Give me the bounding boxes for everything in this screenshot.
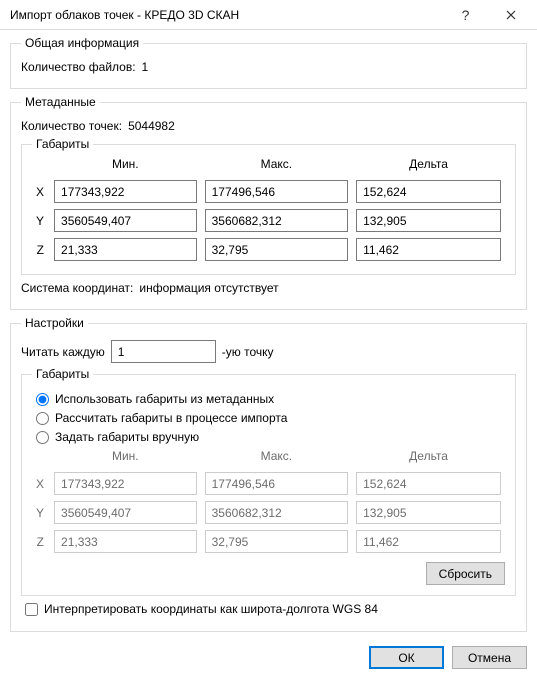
read-every-input[interactable]: [111, 340, 216, 363]
meta-bounds-table: Мин. Макс. Дельта X Y Z: [32, 157, 505, 264]
col-min: Мин.: [50, 157, 201, 177]
radio-meta[interactable]: Использовать габариты из метаданных: [36, 392, 505, 406]
help-button[interactable]: ?: [443, 0, 488, 29]
dialog-footer: ОК Отмена: [10, 638, 527, 669]
s-axis-x: X: [32, 469, 50, 498]
cancel-button[interactable]: Отмена: [452, 646, 527, 669]
ok-button[interactable]: ОК: [369, 646, 444, 669]
settings-bounds-group: Габариты Использовать габариты из метада…: [21, 367, 516, 596]
meta-x-min[interactable]: [54, 180, 197, 203]
meta-z-min[interactable]: [54, 238, 197, 261]
s-axis-y: Y: [32, 498, 50, 527]
general-legend: Общая информация: [21, 36, 143, 50]
s-z-max: [205, 530, 349, 553]
s-col-max: Макс.: [201, 449, 353, 469]
cs-value: информация отсутствует: [139, 281, 278, 295]
radio-calc[interactable]: Рассчитать габариты в процессе импорта: [36, 411, 505, 425]
meta-x-max[interactable]: [205, 180, 349, 203]
axis-x: X: [32, 177, 50, 206]
radio-calc-label: Рассчитать габариты в процессе импорта: [55, 411, 287, 425]
settings-bounds-table: Мин. Макс. Дельта X Y Z: [32, 449, 505, 556]
metadata-legend: Метаданные: [21, 95, 100, 109]
meta-z-max[interactable]: [205, 238, 349, 261]
s-z-min: [54, 530, 197, 553]
title-bar: Импорт облаков точек - КРЕДО 3D СКАН ?: [0, 0, 537, 30]
s-y-max: [205, 501, 349, 524]
axis-z: Z: [32, 235, 50, 264]
s-y-delta: [356, 501, 501, 524]
read-every-b: -ую точку: [222, 345, 274, 359]
meta-bounds-legend: Габариты: [32, 137, 93, 151]
read-every-a: Читать каждую: [21, 345, 105, 359]
settings-group: Настройки Читать каждую -ую точку Габари…: [10, 316, 527, 632]
wgs84-row[interactable]: Интерпретировать координаты как широта-д…: [25, 602, 516, 616]
files-value: 1: [142, 60, 149, 74]
axis-y: Y: [32, 206, 50, 235]
cs-label: Система координат:: [21, 281, 133, 295]
window-title: Импорт облаков точек - КРЕДО 3D СКАН: [10, 8, 443, 22]
meta-x-delta[interactable]: [356, 180, 501, 203]
wgs84-label: Интерпретировать координаты как широта-д…: [44, 602, 378, 616]
wgs84-checkbox[interactable]: [25, 603, 38, 616]
meta-y-min[interactable]: [54, 209, 197, 232]
s-y-min: [54, 501, 197, 524]
meta-bounds-group: Габариты Мин. Макс. Дельта X Y: [21, 137, 516, 275]
points-value: 5044982: [128, 119, 175, 133]
radio-manual-input[interactable]: [36, 431, 49, 444]
metadata-group: Метаданные Количество точек: 5044982 Габ…: [10, 95, 527, 310]
col-max: Макс.: [201, 157, 353, 177]
points-label: Количество точек:: [21, 119, 122, 133]
col-delta: Дельта: [352, 157, 505, 177]
radio-meta-input[interactable]: [36, 393, 49, 406]
files-label: Количество файлов:: [21, 60, 136, 74]
s-axis-z: Z: [32, 527, 50, 556]
radio-manual-label: Задать габариты вручную: [55, 430, 199, 444]
radio-meta-label: Использовать габариты из метаданных: [55, 392, 274, 406]
meta-y-delta[interactable]: [356, 209, 501, 232]
radio-manual[interactable]: Задать габариты вручную: [36, 430, 505, 444]
meta-y-max[interactable]: [205, 209, 349, 232]
s-col-min: Мин.: [50, 449, 201, 469]
radio-calc-input[interactable]: [36, 412, 49, 425]
settings-legend: Настройки: [21, 316, 88, 330]
settings-bounds-legend: Габариты: [32, 367, 93, 381]
general-group: Общая информация Количество файлов: 1: [10, 36, 527, 89]
s-col-delta: Дельта: [352, 449, 505, 469]
s-x-max: [205, 472, 349, 495]
close-button[interactable]: [488, 0, 533, 29]
s-x-min: [54, 472, 197, 495]
reset-button[interactable]: Сбросить: [426, 562, 505, 585]
s-x-delta: [356, 472, 501, 495]
s-z-delta: [356, 530, 501, 553]
meta-z-delta[interactable]: [356, 238, 501, 261]
